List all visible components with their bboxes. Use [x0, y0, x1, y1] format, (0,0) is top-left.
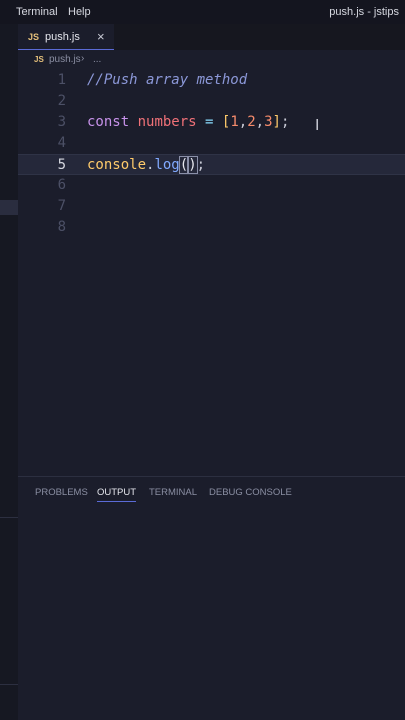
editor-tab-bar: JS push.js × — [18, 24, 405, 50]
code-line: 1 //Push array method — [18, 70, 405, 91]
activity-bar — [0, 24, 18, 720]
code-keyword: const — [87, 114, 130, 130]
code-number: 3 — [264, 114, 273, 130]
code-comma: , — [255, 114, 265, 130]
tab-push-js[interactable]: JS push.js × — [18, 24, 114, 50]
close-icon[interactable]: × — [97, 29, 105, 44]
code-line: 2 — [18, 91, 405, 112]
text-cursor-icon: I — [315, 116, 320, 134]
code-bracket: ] — [272, 114, 281, 130]
code-text[interactable]: //Push array method — [87, 70, 247, 91]
code-line: 8 — [18, 217, 405, 238]
line-number: 4 — [57, 135, 66, 151]
window-title: push.js - jstips — [329, 6, 399, 18]
code-comment: //Push array method — [87, 72, 248, 88]
tab-label: push.js — [45, 31, 80, 43]
code-comma: , — [238, 114, 248, 130]
line-number: 1 — [57, 72, 66, 88]
line-number: 3 — [57, 114, 66, 130]
js-file-icon: JS — [34, 55, 44, 64]
line-number: 5 — [57, 157, 66, 173]
code-line: 3 const numbers = [1,2,3]; — [18, 112, 405, 133]
code-object: console — [87, 157, 147, 173]
code-number: 2 — [247, 114, 256, 130]
breadcrumb-more[interactable]: ... — [93, 54, 101, 65]
code-operator: = — [205, 114, 214, 130]
tab-problems[interactable]: PROBLEMS — [35, 487, 88, 498]
line-number: 7 — [57, 198, 66, 214]
breadcrumb-separator: › — [81, 53, 85, 64]
code-semicolon: ; — [196, 157, 206, 173]
line-number: 6 — [57, 177, 66, 193]
activity-divider — [0, 517, 18, 518]
menu-help[interactable]: Help — [68, 6, 91, 18]
js-file-icon: JS — [28, 32, 40, 42]
code-line: 7 — [18, 196, 405, 217]
activity-selected-indicator — [0, 200, 18, 215]
code-semicolon: ; — [280, 114, 290, 130]
breadcrumb: JS push.js › ... — [18, 50, 405, 70]
menu-terminal[interactable]: Terminal — [16, 6, 58, 18]
tab-output[interactable]: OUTPUT — [97, 487, 137, 502]
code-variable: numbers — [137, 114, 197, 130]
tab-terminal[interactable]: TERMINAL — [149, 487, 197, 498]
tab-debug-console[interactable]: DEBUG CONSOLE — [209, 487, 292, 498]
code-paren: ) — [187, 156, 198, 174]
line-number: 2 — [57, 93, 66, 109]
title-bar: Terminal Help push.js - jstips — [0, 0, 405, 24]
activity-divider — [0, 684, 18, 685]
line-number: 8 — [57, 219, 66, 235]
code-function: log — [154, 157, 180, 173]
code-text[interactable]: const numbers = [1,2,3]; — [87, 112, 289, 133]
code-line: 4 — [18, 133, 405, 154]
panel-tab-bar: PROBLEMS OUTPUT TERMINAL DEBUG CONSOLE — [18, 477, 405, 507]
current-code-line: 5 console.log(); — [18, 154, 405, 175]
code-text[interactable]: console.log(); — [87, 155, 205, 176]
code-line: 6 — [18, 175, 405, 196]
code-number: 1 — [230, 114, 239, 130]
code-editor[interactable]: 1 //Push array method 2 3 const numbers … — [18, 70, 405, 475]
breadcrumb-file[interactable]: push.js — [49, 54, 81, 65]
